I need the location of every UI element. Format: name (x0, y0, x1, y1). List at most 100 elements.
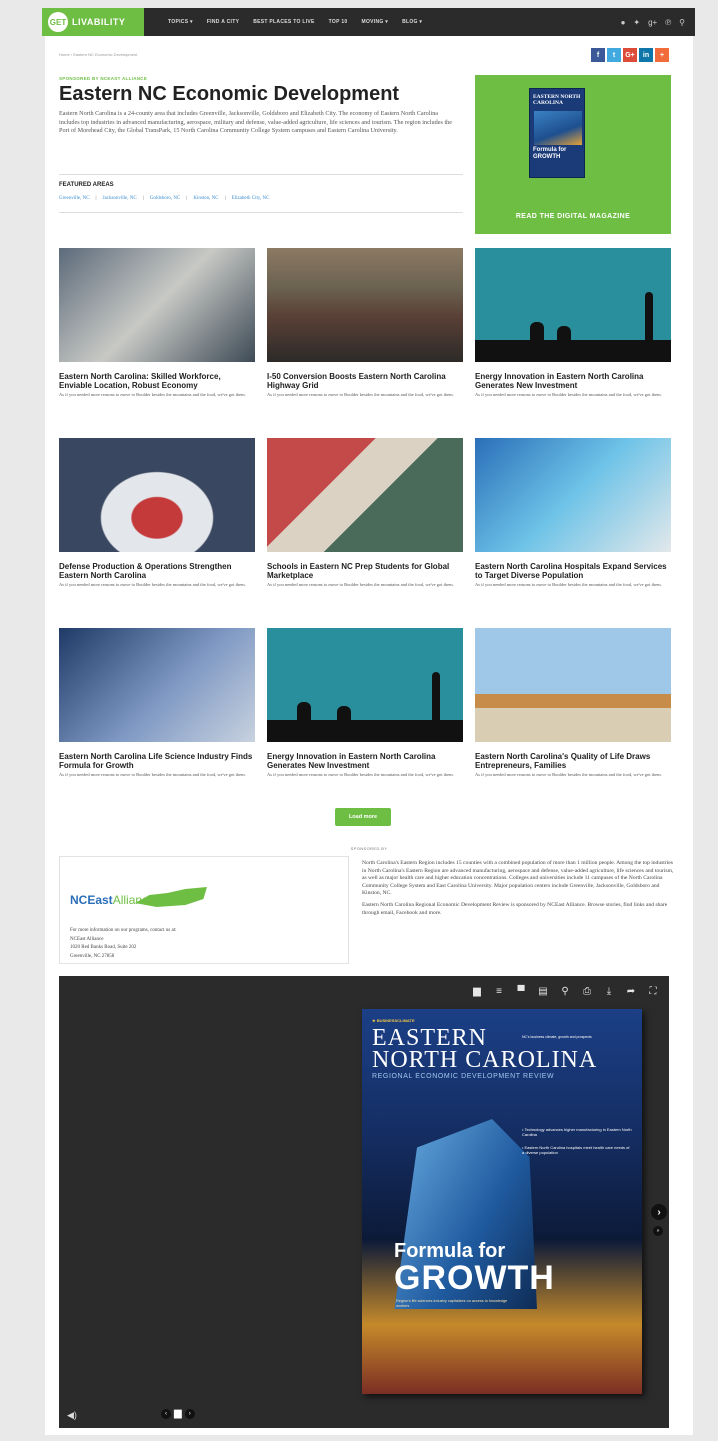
article-image[interactable] (475, 248, 671, 362)
prev-page-icon[interactable]: ‹ (161, 1408, 171, 1419)
article-description: As if you needed more reasons to move to… (475, 581, 662, 587)
plus-share-icon[interactable]: + (655, 48, 669, 62)
article-card[interactable]: I-50 Conversion Boosts Eastern North Car… (267, 248, 463, 397)
search-icon[interactable]: ⚲ (559, 986, 571, 997)
nav-blog[interactable]: BLOG ▾ (402, 19, 422, 25)
intro-text: Eastern North Carolina is a 24-county ar… (59, 110, 452, 135)
article-description: As if you needed more reasons to move to… (475, 771, 662, 777)
featured-link-kinston[interactable]: Kinston, NC (193, 196, 218, 201)
article-title[interactable]: Eastern North Carolina's Quality of Life… (475, 752, 671, 771)
article-title[interactable]: I-50 Conversion Boosts Eastern North Car… (267, 372, 463, 391)
article-description: As if you needed more reasons to move to… (267, 581, 454, 587)
book-icon[interactable]: ▆ (471, 986, 483, 997)
article-card[interactable]: Energy Innovation in Eastern North Carol… (475, 248, 671, 397)
article-image[interactable] (267, 438, 463, 552)
sponsor-desc-paragraph: North Carolina's Eastern Region includes… (362, 860, 674, 897)
featured-link-greenville[interactable]: Greenville, NC (59, 196, 90, 201)
download-icon[interactable]: ⤓ (603, 986, 615, 997)
separator: | (95, 196, 97, 201)
viewer-page-nav: ‹ ▆ › (161, 1408, 195, 1419)
nav-find-a-city[interactable]: FIND A CITY (207, 19, 239, 25)
site-logo[interactable]: GET LIVABILITY (42, 8, 144, 36)
fullscreen-icon[interactable]: ⛶ (647, 986, 659, 997)
last-page-icon[interactable]: » (653, 1226, 663, 1236)
digital-magazine-promo[interactable]: EASTERN NORTH CAROLINA Formula for GROWT… (475, 75, 671, 234)
print-icon[interactable]: ⎙ (581, 986, 593, 997)
search-icon[interactable]: ⚲ (679, 18, 685, 27)
next-page-icon[interactable]: › (651, 1204, 667, 1220)
breadcrumb[interactable]: Home › Eastern NC Economic Development (59, 52, 137, 57)
article-image[interactable] (267, 628, 463, 742)
article-title[interactable]: Schools in Eastern NC Prep Students for … (267, 562, 463, 581)
list-icon[interactable]: ≡ (493, 986, 505, 997)
article-card[interactable]: Defense Production & Operations Strength… (59, 438, 255, 587)
pinterest-icon[interactable]: ℗ (665, 18, 671, 27)
top-navigation: GET LIVABILITY TOPICS ▾ FIND A CITY BEST… (42, 8, 695, 36)
linkedin-share-icon[interactable]: in (639, 48, 653, 62)
divider (59, 174, 463, 175)
nc-map-graphic (135, 887, 207, 907)
load-more-button[interactable]: Load more (335, 808, 391, 826)
article-card[interactable]: Energy Innovation in Eastern North Carol… (267, 628, 463, 777)
article-title[interactable]: Energy Innovation in Eastern North Carol… (267, 752, 463, 771)
featured-link-elizabeth-city[interactable]: Elizabeth City, NC (232, 196, 270, 201)
featured-areas-heading: FEATURED AREAS (59, 182, 114, 188)
forward-page-icon[interactable]: › (184, 1408, 195, 1419)
google-plus-share-icon[interactable]: G+ (623, 48, 637, 62)
article-description: As if you needed more reasons to move to… (475, 391, 662, 397)
nav-best-places[interactable]: BEST PLACES TO LIVE (253, 19, 314, 25)
article-card[interactable]: Eastern North Carolina Hospitals Expand … (475, 438, 671, 587)
featured-link-goldsboro[interactable]: Goldsboro, NC (150, 196, 181, 201)
article-image[interactable] (59, 248, 255, 362)
cover-tagline: Region's life sciences industry capitali… (396, 1299, 508, 1308)
article-image[interactable] (59, 438, 255, 552)
twitter-share-icon[interactable]: t (607, 48, 621, 62)
article-card[interactable]: Eastern North Carolina: Skilled Workforc… (59, 248, 255, 397)
logo-nc: NCEast (70, 893, 113, 907)
article-card[interactable]: Eastern North Carolina Life Science Indu… (59, 628, 255, 777)
viewer-toolbar: ▆ ≡ ▀ ▤ ⚲ ⎙ ⤓ ➦ ⛶ (471, 986, 659, 997)
sponsored-label[interactable]: SPONSORED BY NCEAST ALLIANCE (59, 76, 147, 81)
article-card[interactable]: Eastern North Carolina's Quality of Life… (475, 628, 671, 777)
facebook-share-icon[interactable]: f (591, 48, 605, 62)
cover-subtitle: REGIONAL ECONOMIC DEVELOPMENT REVIEW (372, 1073, 555, 1080)
magazine-cover[interactable]: ★ BUSINESSCLIMATE EASTERN NORTH CAROLINA… (362, 1009, 642, 1394)
article-title[interactable]: Eastern North Carolina Hospitals Expand … (475, 562, 671, 581)
article-image[interactable] (475, 628, 671, 742)
article-title[interactable]: Defense Production & Operations Strength… (59, 562, 255, 581)
separator: | (186, 196, 188, 201)
magazine-cover-image (534, 111, 582, 145)
nav-topics[interactable]: TOPICS ▾ (168, 19, 193, 25)
contact-line: For more information on our programs, co… (70, 928, 177, 933)
featured-link-jacksonville[interactable]: Jacksonville, NC (103, 196, 137, 201)
magazine-cover-tagline: Formula for GROWTH (533, 147, 567, 160)
article-image[interactable] (475, 438, 671, 552)
nav-moving[interactable]: MOVING ▾ (362, 19, 389, 25)
read-magazine-link[interactable]: READ THE DIGITAL MAGAZINE (475, 213, 671, 220)
logo-badge: GET (48, 12, 68, 32)
sound-icon[interactable]: ◀) (67, 1410, 77, 1421)
share-bar: f t G+ in + (591, 48, 669, 62)
article-title[interactable]: Eastern North Carolina: Skilled Workforc… (59, 372, 255, 391)
thumbnails-icon[interactable]: ▆ (174, 1408, 182, 1419)
sponsor-description: North Carolina's Eastern Region includes… (362, 860, 674, 917)
contact-address-2: Greenville, NC 27858 (70, 953, 115, 959)
page-title: Eastern NC Economic Development (59, 83, 400, 105)
facebook-icon[interactable]: ● (621, 18, 626, 27)
article-title[interactable]: Energy Innovation in Eastern North Carol… (475, 372, 671, 391)
article-title[interactable]: Eastern North Carolina Life Science Indu… (59, 752, 255, 771)
sponsor-contact: For more information on our programs, co… (70, 927, 177, 961)
article-description: As if you needed more reasons to move to… (267, 391, 454, 397)
article-image[interactable] (59, 628, 255, 742)
nav-top-10[interactable]: TOP 10 (329, 19, 348, 25)
magazine-cover-thumbnail[interactable]: EASTERN NORTH CAROLINA Formula for GROWT… (529, 88, 585, 178)
share-icon[interactable]: ➦ (625, 986, 637, 997)
twitter-icon[interactable]: ✦ (633, 18, 640, 27)
google-plus-icon[interactable]: g+ (648, 18, 657, 27)
article-card[interactable]: Schools in Eastern NC Prep Students for … (267, 438, 463, 587)
pages-icon[interactable]: ▀ (515, 986, 527, 997)
article-image[interactable] (267, 248, 463, 362)
cover-title: EASTERN NORTH CAROLINA (372, 1026, 597, 1072)
magazine-viewer[interactable]: ▆ ≡ ▀ ▤ ⚲ ⎙ ⤓ ➦ ⛶ ★ BUSINESSCLIMATE EAST… (59, 976, 669, 1428)
pdf-icon[interactable]: ▤ (537, 986, 549, 997)
